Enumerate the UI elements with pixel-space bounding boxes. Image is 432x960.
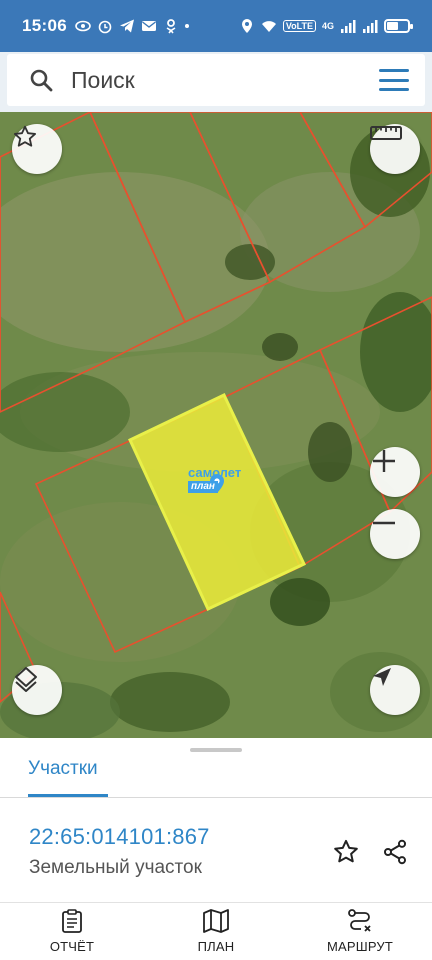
search-input[interactable]: Поиск — [71, 67, 135, 94]
route-icon — [348, 909, 371, 932]
cadastral-number[interactable]: 22:65:014101:867 — [29, 824, 210, 850]
navigation-arrow-icon — [373, 668, 391, 686]
menu-button[interactable] — [379, 69, 409, 91]
telegram-icon — [119, 19, 134, 33]
nav-route-label: МАРШРУТ — [326, 939, 394, 954]
my-location-button[interactable] — [370, 665, 420, 715]
nav-report-label: ОТЧЁТ — [49, 939, 95, 954]
divider — [0, 797, 432, 798]
nav-plan-label: ПЛАН — [197, 939, 235, 954]
eye-icon — [75, 20, 91, 32]
watermark-sub: план — [188, 481, 218, 493]
favorite-button[interactable] — [329, 835, 363, 869]
ruler-icon — [370, 126, 402, 140]
status-bar: 15:06 VoLTE 4G — [0, 0, 432, 52]
favorite-map-button[interactable] — [12, 124, 62, 174]
zoom-in-button[interactable] — [370, 447, 420, 497]
volte-badge: VoLTE — [282, 20, 316, 32]
tree-cluster — [110, 672, 230, 732]
tree-cluster — [270, 578, 330, 626]
nav-plan[interactable]: ПЛАН — [144, 903, 288, 960]
plus-icon — [373, 450, 395, 472]
watermark-text: самолет — [188, 465, 242, 480]
watermark-logo: самолет план — [188, 465, 242, 493]
tree-cluster — [262, 333, 298, 361]
parcel-type: Земельный участок — [29, 857, 202, 878]
search-area: Поиск — [0, 52, 432, 112]
nav-report[interactable]: ОТЧЁТ — [0, 903, 144, 960]
tree-cluster — [225, 244, 275, 280]
nav-route[interactable]: МАРШРУТ — [288, 903, 432, 960]
signal-icon — [341, 20, 356, 33]
search-bar[interactable]: Поиск — [7, 54, 425, 106]
network-type-label: 4G — [321, 21, 334, 31]
signal-icon-2 — [363, 20, 378, 33]
mail-icon — [141, 21, 156, 31]
ok-icon — [166, 19, 176, 34]
location-icon — [241, 19, 252, 33]
alarm-icon — [98, 20, 112, 34]
wifi-icon — [261, 21, 276, 32]
minus-icon — [373, 521, 395, 525]
report-icon — [62, 909, 82, 933]
menu-icon — [379, 69, 409, 72]
tab-parcels[interactable]: Участки — [28, 758, 98, 798]
status-time: 15:06 — [22, 16, 67, 35]
map-icon — [203, 909, 229, 933]
search-icon — [30, 69, 53, 92]
share-button[interactable] — [378, 835, 412, 869]
tree-cluster — [308, 422, 352, 482]
star-icon — [334, 839, 358, 863]
sheet-drag-handle[interactable] — [190, 748, 242, 752]
zoom-out-button[interactable] — [370, 509, 420, 559]
ruler-button[interactable] — [370, 124, 420, 174]
star-icon — [14, 125, 36, 147]
share-icon — [383, 839, 407, 865]
satellite-map[interactable]: самолет план — [0, 112, 432, 738]
layers-icon — [15, 667, 37, 692]
bottom-navigation: ОТЧЁТ ПЛАН МАРШРУТ — [0, 902, 432, 960]
map-canvas[interactable] — [0, 112, 432, 738]
battery-icon — [384, 19, 413, 33]
parcel-info-sheet[interactable]: Участки 22:65:014101:867 Земельный участ… — [0, 738, 432, 902]
more-dot-icon — [184, 24, 189, 28]
layers-button[interactable] — [12, 665, 62, 715]
